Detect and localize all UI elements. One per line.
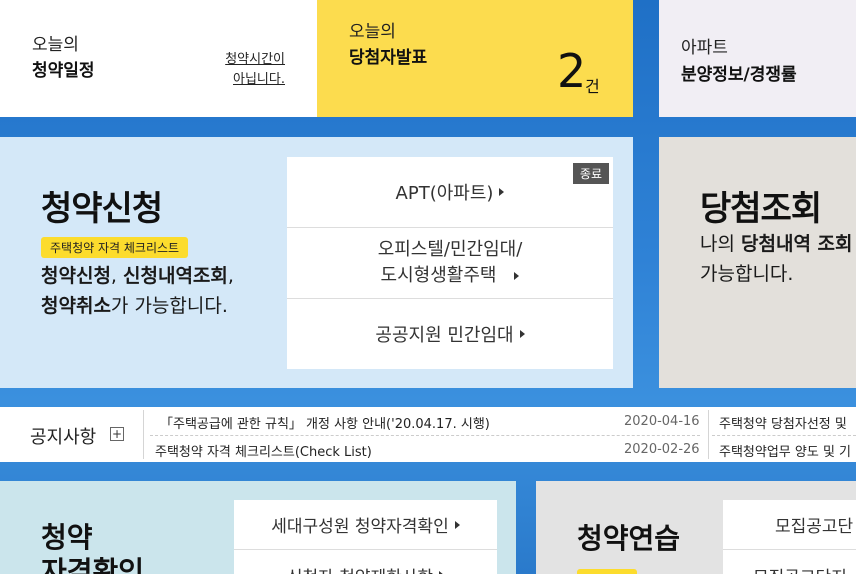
apply-title: 청약신청 xyxy=(41,189,163,229)
notice-item-date: 2020-02-26 xyxy=(624,442,700,457)
dashed-divider xyxy=(150,435,700,436)
today-schedule-card[interactable]: 오늘의 청약일정 청약시간이 아닙니다. xyxy=(0,0,317,117)
apt-label-big: 분양정보/경쟁률 xyxy=(681,65,797,85)
apt-info-card[interactable]: 아파트 분양정보/경쟁률 xyxy=(659,0,856,117)
notice-item-date: 2020-04-16 xyxy=(624,414,700,429)
checklist-badge[interactable]: 주택청약 자격 체크리스트 xyxy=(41,237,189,258)
schedule-label-big: 청약일정 xyxy=(32,61,95,81)
notice-title[interactable]: 공지사항 xyxy=(30,423,96,449)
practice-menu: 모집공고단 모집공고단지 xyxy=(723,500,856,574)
arrow-right-icon xyxy=(499,188,505,196)
arrow-right-icon xyxy=(519,330,525,338)
apply-description: 청약신청, 신청내역조회, 청약취소가 가능합니다. xyxy=(41,265,234,317)
menu-public-rental-link[interactable]: 공공지원 민간임대 xyxy=(287,299,613,369)
today-winner-card[interactable]: 오늘의 당첨자발표 2 건 xyxy=(317,0,633,117)
menu-notice-complex-link[interactable]: 모집공고단 xyxy=(723,500,856,550)
qualification-menu: 세대구성원 청약자격확인 신청자 청약제한사항 xyxy=(234,500,497,574)
menu-officetel-link[interactable]: 오피스텔/민간임대/ 도시형생활주택 xyxy=(287,228,613,299)
notice-item-title[interactable]: 「주택공급에 관한 규칙」 개정 사항 안내('20.04.17. 시행) xyxy=(160,413,490,432)
apt-label-small: 아파트 xyxy=(681,38,728,58)
practice-card: 청약연습 모집공고단 모집공고단지 xyxy=(536,481,856,574)
winner-count: 2 xyxy=(557,44,586,98)
winner-count-unit: 건 xyxy=(585,77,600,96)
lookup-description: 나의 당첨내역 조회 가능합니다. xyxy=(700,233,853,285)
notice-more-plus-icon[interactable]: + xyxy=(110,427,124,441)
divider xyxy=(708,410,709,459)
apply-card: 청약신청 주택청약 자격 체크리스트 청약신청, 신청내역조회, 청약취소가 가… xyxy=(0,137,633,388)
notice-item-title[interactable]: 주택청약 자격 체크리스트(Check List) xyxy=(155,441,372,460)
notice-item-title[interactable]: 주택청약업무 양도 및 기 xyxy=(719,441,851,460)
schedule-status-line1: 청약시간이 xyxy=(225,52,285,67)
notice-item-title[interactable]: 주택청약 당첨자선정 및 xyxy=(719,413,847,432)
menu-notice-complex-link[interactable]: 모집공고단지 xyxy=(723,550,856,574)
notice-strip: 공지사항 + 「주택공급에 관한 규칙」 개정 사항 안내('20.04.17.… xyxy=(0,407,856,462)
divider xyxy=(143,410,144,459)
winner-label-big: 당첨자발표 xyxy=(349,48,428,68)
arrow-right-icon xyxy=(514,272,520,280)
menu-apt-link[interactable]: APT(아파트) xyxy=(287,157,613,228)
winner-lookup-card[interactable]: 당첨조회 나의 당첨내역 조회 가능합니다. xyxy=(659,137,856,388)
schedule-status-note[interactable]: 청약시간이 아닙니다. xyxy=(205,50,285,90)
winner-label-small: 오늘의 xyxy=(349,22,396,42)
menu-restriction-link[interactable]: 신청자 청약제한사항 xyxy=(234,550,497,574)
qualification-card: 청약 자격확인 세대구성원 청약자격확인 신청자 청약제한사항 xyxy=(0,481,516,574)
dashed-divider xyxy=(712,435,856,436)
schedule-status-line2: 아닙니다. xyxy=(233,72,285,87)
schedule-label-small: 오늘의 xyxy=(32,35,79,55)
arrow-right-icon xyxy=(454,520,460,529)
practice-title: 청약연습 xyxy=(577,522,681,555)
menu-household-check-link[interactable]: 세대구성원 청약자격확인 xyxy=(234,500,497,550)
lookup-title: 당첨조회 xyxy=(700,189,822,229)
practice-badge xyxy=(577,569,637,574)
apply-menu: 종료 APT(아파트) 오피스텔/민간임대/ 도시형생활주택 공공지원 민간임대 xyxy=(287,157,613,369)
qualification-title: 청약 자격확인 xyxy=(41,521,145,574)
